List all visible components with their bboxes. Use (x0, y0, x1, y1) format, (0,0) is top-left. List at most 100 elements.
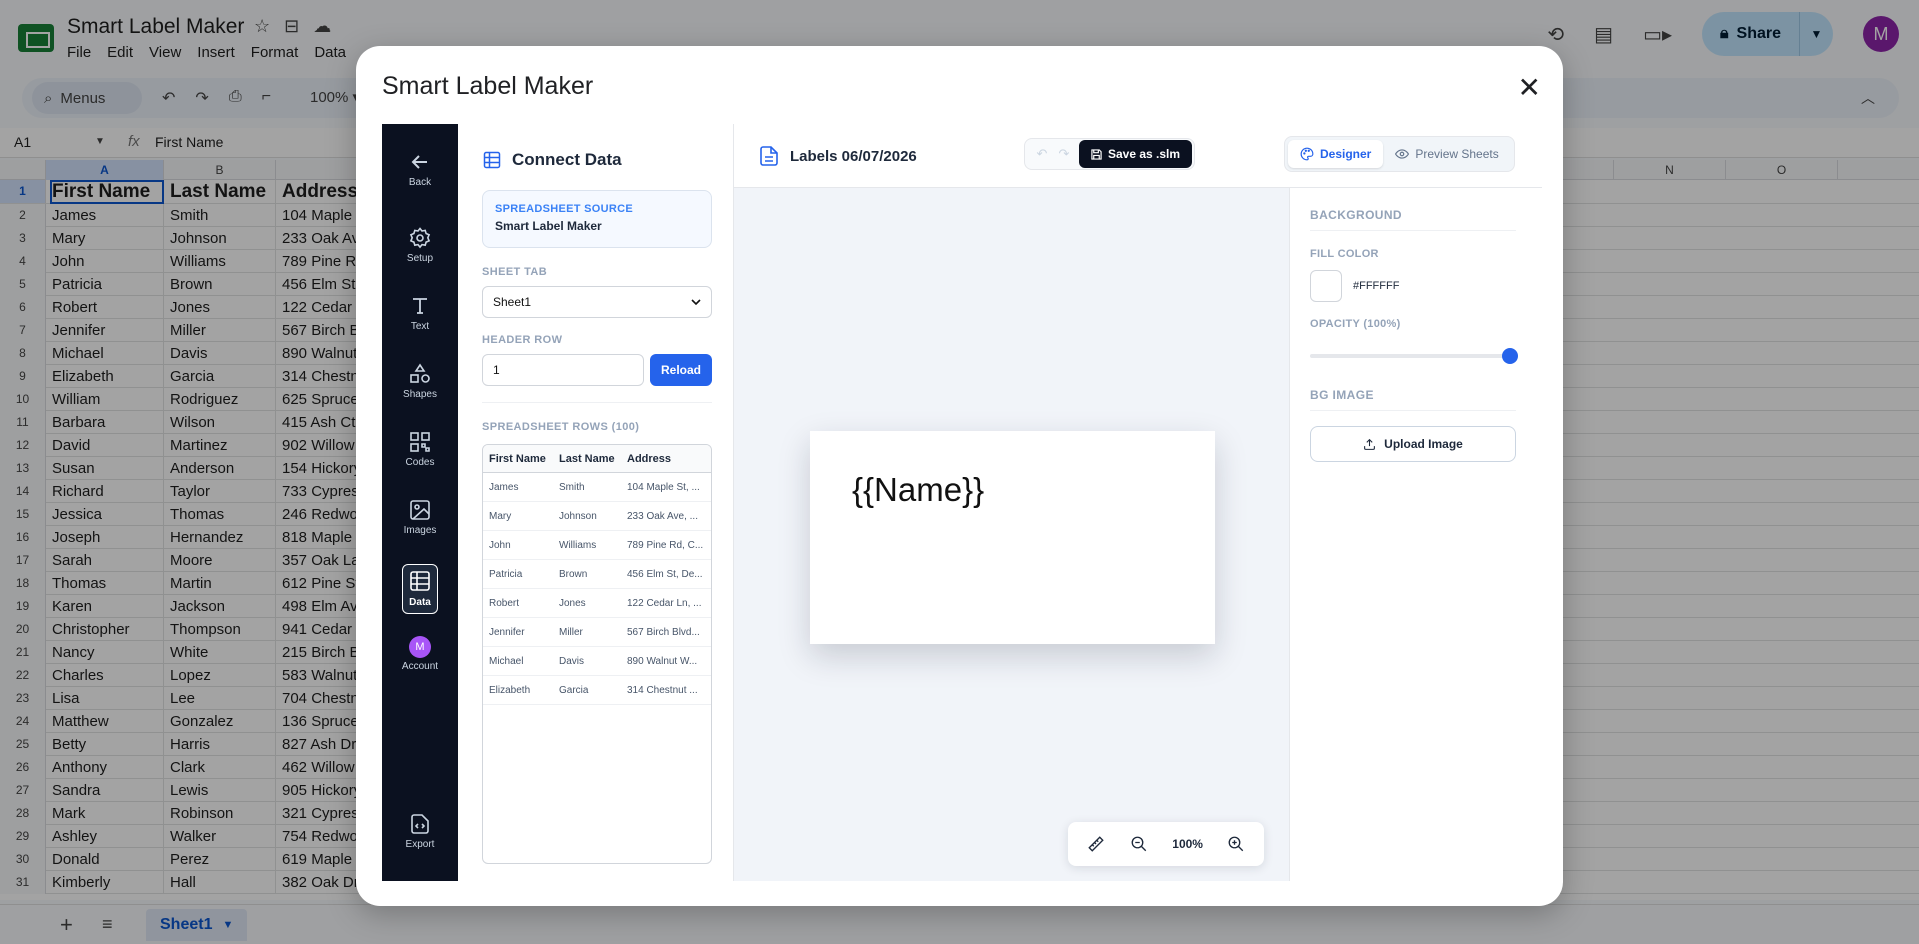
opacity-slider-thumb[interactable] (1502, 348, 1518, 364)
background-section-title: BACKGROUND (1310, 208, 1402, 222)
opacity-slider[interactable] (1310, 348, 1518, 364)
shapes-icon (410, 363, 430, 383)
dialog-title: Smart Label Maker (382, 72, 594, 100)
rail-images-button[interactable]: Images (382, 498, 458, 536)
list-item[interactable]: John Williams 789 Pine Rd, C... (483, 531, 711, 560)
label-doc-title-text: Labels 06/07/2026 (790, 147, 917, 165)
cell-first-name: James (489, 481, 519, 493)
sheet-tab-value: Sheet1 (493, 295, 532, 309)
list-item[interactable]: Patricia Brown 456 Elm St, De... (483, 560, 711, 589)
zoom-in-glyph (1228, 836, 1244, 852)
list-item[interactable]: Michael Davis 890 Walnut W... (483, 647, 711, 676)
cell-address: 789 Pine Rd, C... (627, 539, 704, 551)
source-label: SPREADSHEET SOURCE (495, 203, 634, 215)
list-item[interactable]: Elizabeth Garcia 314 Chestnut ... (483, 676, 711, 705)
label-card[interactable]: {{Name}} (810, 431, 1215, 644)
rail-account-button[interactable]: M Account (382, 636, 458, 672)
sheet-tab-select[interactable]: Sheet1 (482, 286, 712, 318)
zoom-in-icon[interactable] (1226, 834, 1246, 854)
preview-sheets-tab[interactable]: Preview Sheets (1383, 140, 1510, 168)
undo-icon[interactable]: ↶ (1031, 146, 1053, 162)
spreadsheet-rows-label: SPREADSHEET ROWS (100) (482, 421, 640, 433)
rail-export-button[interactable]: Export (382, 812, 458, 850)
rail-export-label: Export (405, 839, 435, 850)
sheet-tab-label: SHEET TAB (482, 266, 548, 278)
rail-account-label: Account (401, 661, 439, 672)
gear-icon (409, 227, 431, 249)
fill-color-label: FILL COLOR (1310, 248, 1379, 260)
upload-image-label: Upload Image (1384, 437, 1463, 451)
column-last-name: Last Name (559, 452, 615, 465)
list-item[interactable]: Mary Johnson 233 Oak Ave, ... (483, 502, 711, 531)
eye-icon (1395, 149, 1410, 159)
rail-images-label: Images (403, 525, 437, 536)
connect-data-panel: Connect Data SPREADSHEET SOURCE Smart La… (458, 124, 734, 881)
connect-data-title: Connect Data (512, 150, 622, 169)
zoom-out-icon[interactable] (1129, 834, 1149, 854)
source-value: Smart Label Maker (495, 219, 602, 233)
rows-table-body: James Smith 104 Maple St, ... Mary Johnson 23… (483, 473, 711, 705)
rail-codes-button[interactable]: Codes (382, 430, 458, 468)
list-item[interactable]: James Smith 104 Maple St, ... (483, 473, 711, 502)
document-icon (760, 146, 778, 166)
rail-data-label: Data (409, 597, 431, 608)
cell-first-name: Robert (489, 597, 520, 609)
fill-color-swatch[interactable] (1310, 270, 1342, 302)
rail-text-button[interactable]: Text (382, 294, 458, 332)
cell-first-name: Michael (489, 655, 524, 667)
cell-address: 104 Maple St, ... (627, 481, 700, 493)
spreadsheet-source-card: SPREADSHEET SOURCE Smart Label Maker (482, 190, 712, 248)
cell-first-name: John (489, 539, 511, 551)
header-row-label: HEADER ROW (482, 334, 563, 346)
editor-header: Labels 06/07/2026 ↶ ↷ Save as .slm Desig… (734, 124, 1542, 188)
redo-icon[interactable]: ↷ (1053, 146, 1075, 162)
cell-first-name: Jennifer (489, 626, 525, 638)
smart-label-maker-dialog: Smart Label Maker ✕ Back Setup Text Shap… (356, 46, 1563, 906)
column-address: Address (627, 452, 672, 465)
preview-sheets-label: Preview Sheets (1415, 147, 1499, 161)
designer-label: Designer (1320, 147, 1372, 161)
spreadsheet-rows-table[interactable]: First Name Last Name Address James Smith 1… (482, 444, 712, 864)
list-item[interactable]: Robert Jones 122 Cedar Ln, ... (483, 589, 711, 618)
rail-setup-button[interactable]: Setup (382, 226, 458, 264)
qr-code-icon (410, 432, 430, 452)
label-text-element[interactable]: {{Name}} (852, 471, 984, 509)
connect-data-header: Connect Data (482, 150, 622, 170)
column-first-name: First Name (489, 452, 546, 465)
save-as-slm-button[interactable]: Save as .slm (1079, 140, 1193, 168)
palette-icon (1300, 147, 1314, 161)
opacity-label: OPACITY (100%) (1310, 318, 1401, 330)
list-item[interactable]: Jennifer Miller 567 Birch Blvd... (483, 618, 711, 647)
zoom-level: 100% (1172, 837, 1203, 851)
close-icon[interactable]: ✕ (1518, 74, 1541, 102)
reload-button[interactable]: Reload (650, 354, 712, 386)
upload-image-button[interactable]: Upload Image (1310, 426, 1516, 462)
fill-color-hex[interactable]: #FFFFFF (1353, 280, 1399, 292)
rail-back-button[interactable]: Back (382, 150, 458, 188)
export-code-icon (411, 814, 429, 834)
ruler-icon[interactable] (1086, 834, 1106, 854)
cell-last-name: Garcia (559, 684, 589, 696)
design-canvas[interactable]: {{Name}} 100% (734, 188, 1289, 881)
account-avatar: M (409, 636, 431, 658)
arrow-left-icon (411, 155, 427, 169)
chevron-down-icon (691, 299, 701, 306)
cell-first-name: Patricia (489, 568, 523, 580)
save-label: Save as .slm (1108, 147, 1181, 161)
header-row-input[interactable]: 1 (482, 354, 644, 386)
cell-last-name: Smith (559, 481, 585, 493)
rail-shapes-button[interactable]: Shapes (382, 362, 458, 400)
section-divider (1310, 230, 1516, 231)
image-icon (410, 500, 430, 520)
cell-address: 890 Walnut W... (627, 655, 698, 667)
designer-tab[interactable]: Designer (1288, 140, 1384, 168)
cell-last-name: Miller (559, 626, 583, 638)
rail-setup-label: Setup (406, 253, 434, 264)
section-divider (1310, 410, 1516, 411)
label-doc-title: Labels 06/07/2026 (760, 146, 917, 166)
history-toolbar: ↶ ↷ Save as .slm (1024, 138, 1196, 170)
cell-last-name: Davis (559, 655, 585, 667)
cell-address: 122 Cedar Ln, ... (627, 597, 702, 609)
rail-data-button[interactable]: Data (382, 564, 458, 614)
cell-address: 233 Oak Ave, ... (627, 510, 698, 522)
